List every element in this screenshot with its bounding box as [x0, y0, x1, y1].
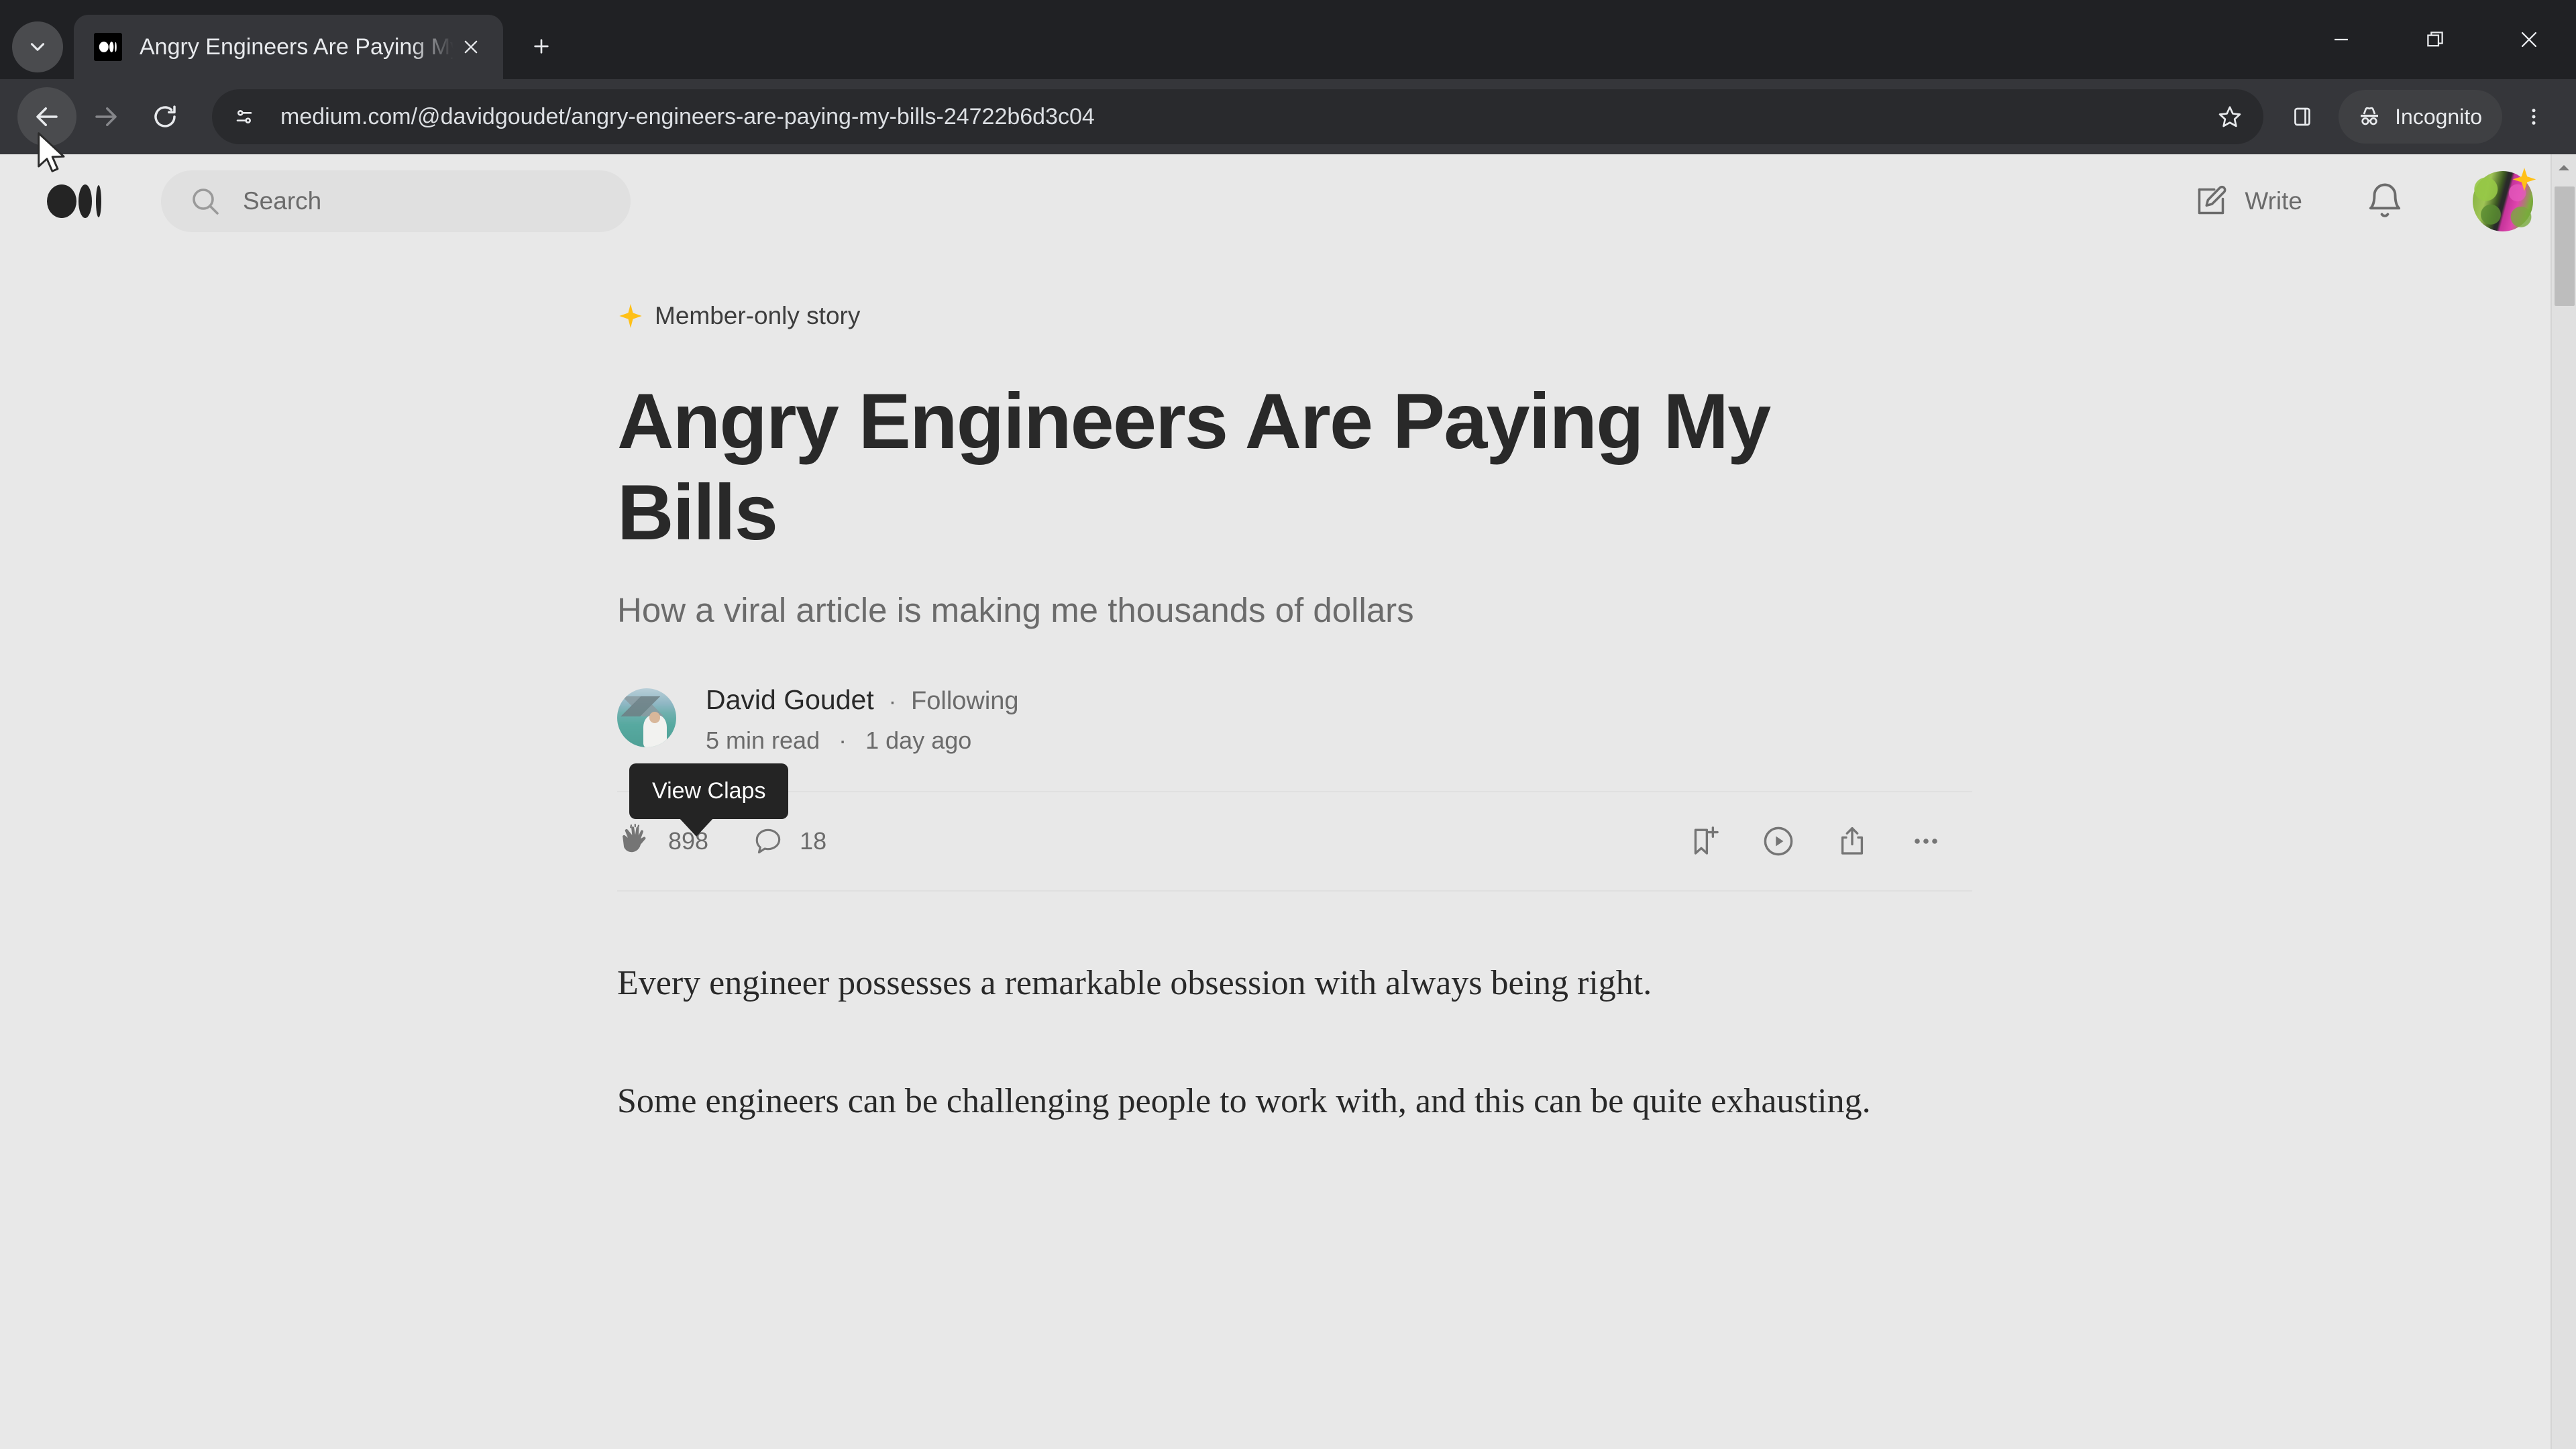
close-window-button[interactable] — [2482, 0, 2576, 79]
close-icon — [464, 40, 478, 54]
article-paragraph: Every engineer possesses a remarkable ob… — [617, 963, 1652, 1002]
reload-icon — [154, 105, 176, 127]
search-input[interactable]: Search — [161, 170, 631, 232]
page-title: Angry Engineers Are Paying My Bills — [617, 377, 1771, 556]
close-icon — [2521, 32, 2537, 48]
play-circle-icon — [1764, 826, 1793, 856]
scroll-up-button[interactable] — [2552, 154, 2576, 181]
browser-tab[interactable]: Angry Engineers Are Paying My — [74, 15, 503, 79]
article-action-bar: 898 18 — [617, 790, 1972, 892]
minimize-button[interactable] — [2294, 0, 2388, 79]
write-button[interactable]: Write — [2192, 182, 2302, 220]
article: Member-only story Angry Engineers Are Pa… — [0, 248, 2576, 1129]
published-date: 1 day ago — [865, 726, 972, 754]
medium-favicon — [94, 33, 122, 61]
meta-separator: · — [839, 726, 847, 754]
tab-strip: Angry Engineers Are Paying My — [0, 0, 2576, 79]
article-meta: 5 min read · 1 day ago — [706, 727, 1019, 755]
minimize-icon — [2334, 38, 2348, 41]
notifications-bell-icon[interactable] — [2364, 180, 2406, 222]
search-placeholder: Search — [243, 187, 322, 215]
search-icon — [193, 189, 219, 215]
close-tab-button[interactable] — [453, 30, 488, 64]
tab-title: Angry Engineers Are Paying My — [140, 34, 453, 60]
responses-button[interactable]: 18 — [751, 824, 826, 858]
more-options-button[interactable] — [1889, 811, 1963, 871]
new-tab-button[interactable] — [519, 24, 564, 68]
more-vertical-icon — [2532, 109, 2536, 125]
page-viewport: Search Write Member-only story Angry Eng… — [0, 154, 2576, 1449]
action-bar-left: 898 18 — [617, 823, 869, 859]
forward-button[interactable] — [76, 87, 136, 146]
author-details: David Goudet · Following 5 min read · 1 … — [706, 684, 1019, 755]
article-content: Member-only story Angry Engineers Are Pa… — [604, 302, 1972, 1129]
star-icon — [2218, 106, 2241, 127]
bookmark-add-icon — [1694, 826, 1719, 855]
author-avatar-head — [649, 711, 661, 723]
comment-icon — [755, 828, 781, 853]
clap-icon — [623, 823, 646, 852]
action-bar-right — [1668, 811, 1972, 871]
sparkle-icon — [619, 304, 642, 328]
medium-logo[interactable] — [47, 183, 103, 219]
responses-count: 18 — [800, 826, 827, 855]
tune-icon — [236, 110, 252, 123]
author-name[interactable]: David Goudet — [706, 684, 874, 716]
incognito-icon — [2361, 107, 2379, 125]
article-paragraph: Some engineers can be challenging people… — [617, 1081, 1871, 1120]
scrollbar-thumb[interactable] — [2555, 186, 2575, 306]
medium-favicon-icon — [99, 42, 117, 52]
side-panel-button[interactable] — [2275, 90, 2329, 144]
view-claps-tooltip: View Claps — [629, 763, 789, 837]
article-subtitle: How a viral article is making me thousan… — [617, 591, 1414, 630]
follow-button[interactable]: Following — [911, 687, 1019, 716]
medium-site-header: Search Write — [0, 154, 2576, 248]
chevron-down-icon — [30, 43, 45, 51]
address-bar[interactable]: medium.com/@davidgoudet/angry-engineers-… — [212, 89, 2264, 144]
incognito-label: Incognito — [2395, 104, 2482, 129]
browser-toolbar: medium.com/@davidgoudet/angry-engineers-… — [0, 79, 2576, 154]
bookmark-button[interactable] — [2206, 93, 2254, 141]
write-label: Write — [2245, 187, 2302, 215]
maximize-button[interactable] — [2388, 0, 2482, 79]
incognito-indicator[interactable]: Incognito — [2339, 90, 2502, 144]
member-only-label: Member-only story — [655, 302, 861, 329]
site-info-button[interactable] — [223, 95, 266, 138]
author-avatar[interactable] — [617, 688, 676, 747]
author-separator: · — [888, 688, 897, 714]
plus-icon — [534, 39, 549, 54]
write-icon — [2198, 185, 2226, 215]
browser-window: Angry Engineers Are Paying My medium.com… — [0, 0, 2576, 1449]
avatar[interactable] — [2473, 168, 2536, 231]
more-horizontal-icon — [1915, 838, 1937, 844]
chrome-menu-button[interactable] — [2509, 89, 2559, 145]
read-time: 5 min read — [706, 726, 820, 754]
arrow-left-icon — [36, 107, 58, 126]
side-panel-icon — [2294, 107, 2310, 126]
member-only-badge[interactable]: Member-only story — [617, 302, 860, 330]
listen-button[interactable] — [1741, 811, 1815, 871]
author-byline: David Goudet · Following 5 min read · 1 … — [617, 684, 1972, 837]
page-scrollbar[interactable] — [2551, 154, 2576, 1449]
share-button[interactable] — [1815, 811, 1889, 871]
restore-icon — [2427, 32, 2443, 47]
chevron-up-icon — [2559, 165, 2569, 170]
save-button[interactable] — [1668, 811, 1741, 871]
author-avatar-background — [621, 696, 673, 716]
back-button[interactable] — [17, 87, 76, 146]
share-icon — [1841, 826, 1864, 855]
window-controls — [2294, 0, 2576, 79]
url-text: medium.com/@davidgoudet/angry-engineers-… — [280, 103, 1095, 129]
arrow-right-icon — [95, 107, 117, 126]
author-name-row: David Goudet · Following — [706, 684, 1019, 716]
reload-button[interactable] — [136, 87, 195, 146]
tab-search-button[interactable] — [12, 21, 63, 72]
member-star-badge-icon — [2512, 168, 2536, 191]
